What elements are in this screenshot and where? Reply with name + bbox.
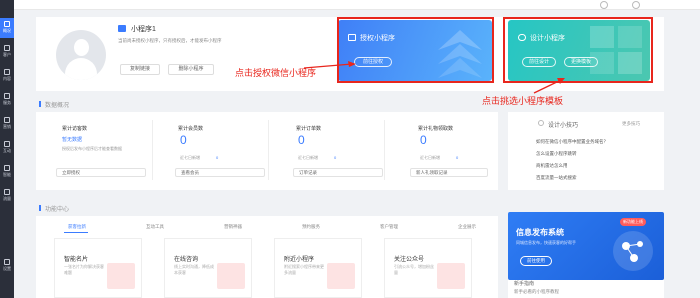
promo-desc: 同城信息发布，快速获客的好帮手 (516, 240, 576, 245)
stat-label-gifts: 累计礼物领取数 (418, 126, 454, 132)
service-icon (4, 93, 10, 99)
section-marker (39, 205, 41, 211)
view-members-button[interactable]: 查看会员 (175, 168, 265, 177)
user-icon (4, 45, 10, 51)
tip-item[interactable]: 如何在微信小程序中配置业务域名？ (536, 139, 608, 145)
megaphone-icon (4, 117, 10, 123)
func-card-desc: 引流公众号，增加粉丝量 (394, 264, 434, 275)
location-illustration-icon (327, 263, 355, 289)
sidebar-item-traffic[interactable]: 流量 (0, 186, 14, 206)
stat-label-visitors: 累计访客数 (62, 126, 88, 132)
tab-interact-tools[interactable]: 互动工具 (146, 224, 164, 230)
arrow-to-template-icon (533, 78, 565, 94)
sidebar: 概况 客户 内容 服务 营销 互动 智能 流量 设置 (0, 0, 14, 298)
tab-company-show[interactable]: 企业展示 (458, 224, 476, 230)
help-icon[interactable] (600, 1, 608, 9)
spark-icon (4, 165, 10, 171)
func-card-desc: 线上实时沟通，降低成本获客 (174, 264, 214, 275)
gift-records-button[interactable]: 新人礼领取记录 (410, 168, 488, 177)
stat-label-orders: 累计订单数 (296, 126, 322, 132)
app-desc: 当前尚未授权小程序，只有授权后，才能发布小程序 (118, 38, 222, 43)
avatar (56, 30, 106, 80)
tip-item[interactable]: 百度流量一站式搜索 (536, 175, 577, 181)
top-bar (14, 0, 700, 10)
copy-link-button[interactable]: 复制链接 (120, 64, 160, 75)
func-card-business-card[interactable]: 智能名片 一张名片为你解决获客难题 (54, 238, 142, 298)
sidebar-item-marketing[interactable]: 营销 (0, 114, 14, 134)
learn-item[interactable]: 新手必看的小程序教程 (514, 289, 559, 295)
stat-value-gifts: 0 (420, 133, 427, 147)
tab-booking[interactable]: 预约服务 (302, 224, 320, 230)
arrow-to-authorize-icon (303, 61, 356, 69)
app-icon (118, 25, 126, 32)
section-marker (39, 101, 41, 107)
authorize-now-button[interactable]: 立即授权 (56, 168, 146, 177)
tip-item[interactable]: 商机雷达怎么用 (536, 163, 568, 169)
learn-title: 新手指南 (514, 281, 535, 287)
stat-value-members: 0 (180, 133, 187, 147)
func-card-nearby[interactable]: 附近小程序 附近搜索小程序带来更多流量 (274, 238, 362, 298)
func-card-title: 关注公众号 (394, 257, 425, 263)
gear-icon (4, 259, 10, 265)
more-tips-link[interactable]: 更多技巧 (622, 121, 640, 127)
divider (152, 120, 153, 180)
func-card-desc: 一张名片为你解决获客难题 (64, 264, 104, 275)
tip-item[interactable]: 怎么设置小程序跳转 (536, 151, 577, 157)
func-card-title: 附近小程序 (284, 257, 315, 263)
doc-icon (4, 69, 10, 75)
func-card-online-consult[interactable]: 在线咨询 线上实时沟通，降低成本获客 (164, 238, 252, 298)
tips-card (508, 112, 664, 190)
order-records-button[interactable]: 订单记录 (293, 168, 383, 177)
data-overview-title: 数据概况 (45, 103, 70, 109)
tips-title: 设计小技巧 (548, 123, 579, 129)
promo-use-button[interactable]: 前往使用 (520, 256, 552, 266)
traffic-icon (4, 189, 10, 195)
active-tab-underline (64, 232, 88, 233)
stat-delta-orders: 0 (334, 155, 337, 160)
promo-banner[interactable]: 信息发布系统 新功能上线 同城信息发布，快速获客的好帮手 前往使用 (508, 212, 664, 280)
new-badge: 新功能上线 (620, 218, 646, 226)
no-data-link[interactable]: 暂无数据 (62, 136, 82, 143)
stat-label-members: 累计会员数 (178, 126, 204, 132)
tab-acquire[interactable]: 获客拉新 (68, 224, 86, 230)
sidebar-item-smart[interactable]: 智能 (0, 162, 14, 182)
sidebar-item-settings[interactable]: 设置 (0, 256, 14, 276)
promo-title: 信息发布系统 (516, 228, 564, 237)
authorize-highlight-box (337, 17, 494, 83)
tab-customer-mgmt[interactable]: 客户管理 (380, 224, 398, 230)
qrcode-illustration-icon (437, 263, 465, 289)
stat-sub-gifts: 近七日新增 (420, 155, 440, 160)
design-highlight-box (503, 17, 653, 83)
stat-sub-members: 近七日新增 (180, 155, 200, 160)
sidebar-item-interact[interactable]: 互动 (0, 138, 14, 158)
func-card-title: 在线咨询 (174, 257, 199, 263)
func-center-title: 功能中心 (45, 207, 70, 213)
chat-icon (4, 141, 10, 147)
sidebar-item-content[interactable]: 内容 (0, 66, 14, 86)
app-name: 小程序1 (131, 26, 156, 33)
account-icon[interactable] (632, 1, 640, 9)
stat-sub-orders: 近七日新增 (298, 155, 318, 160)
divider (268, 120, 269, 180)
business-card-illustration-icon (107, 263, 135, 289)
func-card-follow-account[interactable]: 关注公众号 引流公众号，增加粉丝量 (384, 238, 472, 298)
func-card-desc: 附近搜索小程序带来更多流量 (284, 264, 324, 275)
stat-delta-gifts: 0 (456, 155, 459, 160)
func-card-title: 智能名片 (64, 257, 89, 263)
stat-value-orders: 0 (298, 133, 305, 147)
divider (384, 120, 385, 180)
sidebar-item-customer[interactable]: 客户 (0, 42, 14, 62)
visitors-note: 授权后发布小程序后才能查看数据 (62, 146, 122, 151)
sidebar-item-overview[interactable]: 概况 (0, 18, 14, 38)
delete-app-button[interactable]: 删除小程序 (168, 64, 214, 75)
bulb-icon (538, 120, 544, 126)
stat-delta-members: 0 (216, 155, 219, 160)
network-decoration-icon (613, 231, 653, 271)
sidebar-item-service[interactable]: 服务 (0, 90, 14, 110)
tab-marketing-tools[interactable]: 营销神器 (224, 224, 242, 230)
chat-illustration-icon (217, 263, 245, 289)
home-icon (4, 21, 10, 27)
